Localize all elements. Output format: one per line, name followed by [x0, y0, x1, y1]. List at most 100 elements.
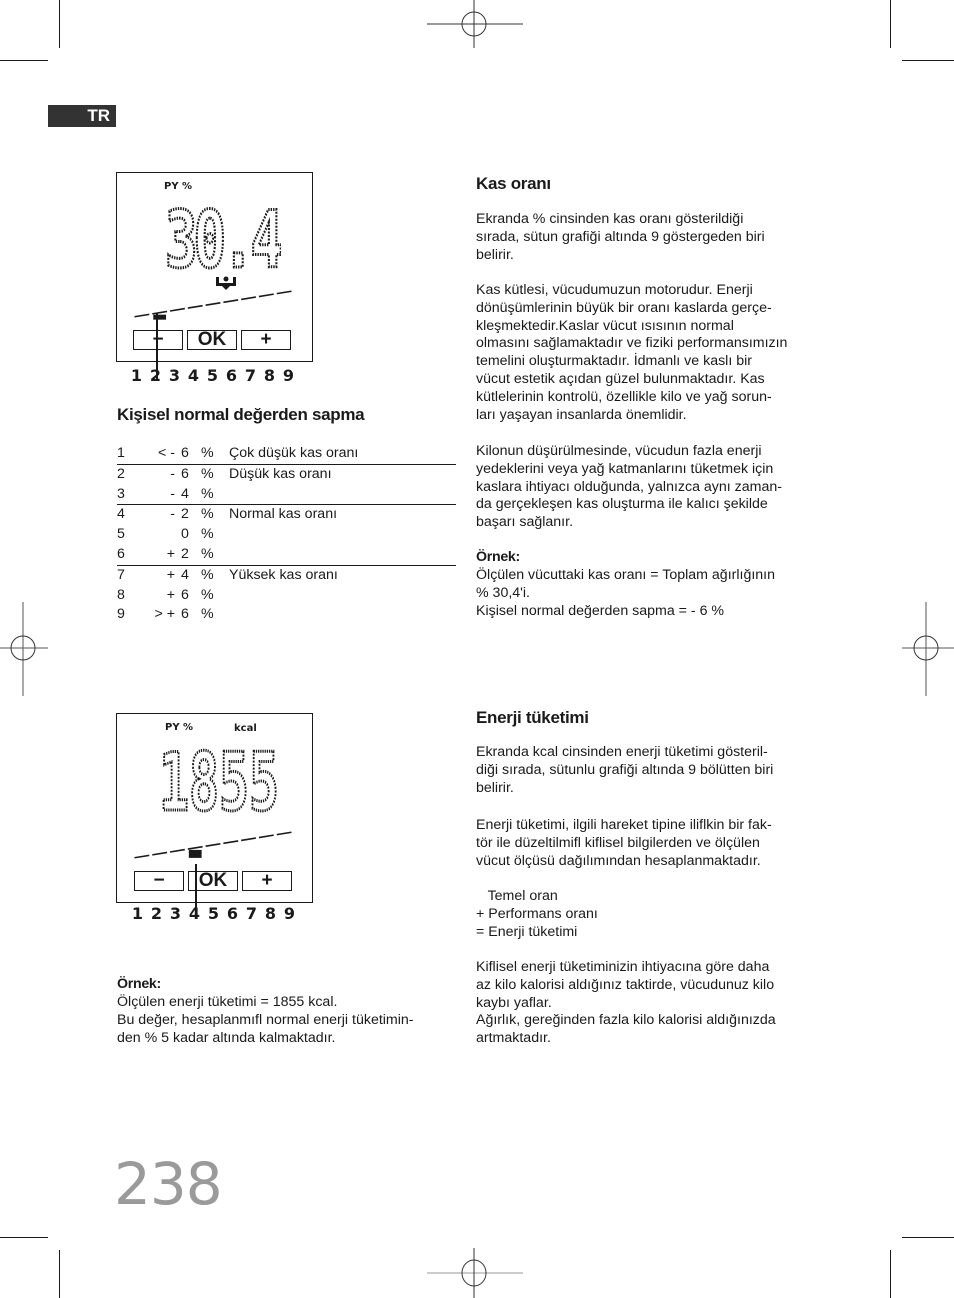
lcd-mode-label: PY % — [165, 722, 194, 733]
muscle-section-title: Kas oranı — [476, 174, 551, 193]
scale-number: 4 — [187, 366, 200, 385]
deviation-value: 6 — [181, 445, 189, 461]
scale-number: 5 — [207, 904, 220, 923]
muscle-paragraph-3: Kilonun düşürülmesinde, vücudun fazla en… — [476, 443, 782, 531]
scale-number: 9 — [282, 366, 295, 385]
segment-7 — [241, 837, 257, 842]
row-description — [229, 545, 456, 565]
segment-9 — [276, 290, 292, 295]
energy-example-heading: Örnek: — [117, 976, 161, 992]
row-number: 7 — [117, 564, 147, 586]
segment-bar — [134, 831, 292, 859]
lcd-mode-label: PY % — [164, 181, 193, 192]
row-number: 3 — [117, 485, 125, 502]
muscle-icon — [216, 276, 236, 290]
scale-number: 2 — [150, 904, 163, 923]
row-description — [229, 485, 456, 505]
deviation-unit: % — [201, 485, 214, 502]
deviation-value: 6 — [181, 463, 197, 485]
language-badge: TR — [48, 105, 116, 127]
row-number: 6 — [117, 545, 125, 562]
energy-lcd-display: PY % kcal 1855 − OK + — [116, 713, 313, 903]
muscle-lcd-display: PY % 30.4 − OK + — [116, 172, 313, 362]
crop-mark — [59, 0, 60, 48]
segment-indicator — [188, 849, 202, 858]
registration-mark-left — [0, 602, 48, 696]
scale-number: 6 — [226, 904, 239, 923]
deviation-unit: % — [201, 586, 214, 603]
deviation-unit: % — [197, 463, 229, 485]
scale-number: 1 — [130, 366, 143, 385]
row-description: Düşük kas oranı — [229, 463, 456, 485]
minus-button[interactable]: − — [133, 330, 183, 350]
segment-1 — [134, 854, 150, 859]
table-row: 1 < - 6% Çok düşük kas oranı — [117, 444, 456, 464]
registration-mark-right — [902, 602, 954, 696]
deviation-sign: - — [147, 463, 181, 485]
scale-number: 8 — [263, 366, 276, 385]
lcd-unit-label: kcal — [234, 723, 257, 734]
crop-mark — [890, 1250, 891, 1298]
lcd-value-digits: 1855 — [158, 738, 281, 814]
table-row: 3 -4% — [117, 485, 456, 505]
deviation-value: 6 — [181, 586, 189, 603]
table-row: 7 +4% Yüksek kas oranı — [117, 564, 456, 586]
segment-4 — [187, 845, 203, 850]
muscle-example-text: Ölçülen vücuttaki kas oranı = Toplam ağı… — [476, 567, 776, 619]
scale-number: 4 — [188, 904, 201, 923]
scale-number: 5 — [206, 366, 219, 385]
page-number: 238 — [114, 1150, 223, 1218]
scale-number: 1 — [131, 904, 144, 923]
plus-button[interactable]: + — [242, 871, 292, 891]
energy-formula: Temel oran + Performans oranı = Enerji tük… — [476, 888, 598, 941]
lcd-value-digits: 30.4 — [164, 199, 282, 271]
row-number: 9 — [117, 606, 125, 623]
scale-number: 7 — [244, 366, 257, 385]
segment-8 — [258, 293, 274, 298]
table-row: 9 > + 6% — [117, 605, 456, 625]
deviation-table: 1 < -6% Çok düşük kas oranı 2-6% Düşük kas o… — [117, 444, 456, 625]
row-number: 8 — [117, 586, 125, 603]
table-row: 5 0% — [117, 525, 456, 545]
energy-example-text: Ölçülen enerji tüketimi = 1855 kcal. Bu … — [117, 994, 414, 1046]
scale-number: 9 — [283, 904, 296, 923]
row-description: Çok düşük kas oranı — [229, 445, 359, 461]
segment-scale: 123456789 — [127, 366, 298, 385]
deviation-value: 2 — [181, 545, 189, 562]
crop-mark — [0, 1237, 48, 1238]
crop-mark — [902, 60, 954, 61]
row-description — [229, 586, 456, 606]
plus-button[interactable]: + — [241, 330, 291, 350]
segment-3 — [169, 307, 185, 312]
segment-5 — [205, 302, 221, 306]
deviation-sign: - — [147, 504, 181, 526]
energy-paragraph-3: Kiflisel enerji tüketiminizin ihtiyacına… — [476, 959, 776, 1047]
lcd-value-text: 30.4 — [165, 199, 281, 271]
segment-2 — [152, 310, 168, 315]
deviation-unit: % — [201, 445, 214, 461]
crop-mark — [59, 1250, 60, 1298]
table-row: 4-2% Normal kas oranı — [117, 504, 456, 526]
deviation-sign: - — [170, 485, 175, 502]
registration-mark-bottom — [427, 1248, 523, 1298]
segment-6 — [223, 299, 239, 304]
deviation-value: 6 — [181, 606, 189, 623]
lcd-value-text: 1855 — [159, 738, 279, 814]
ok-button[interactable]: OK — [187, 330, 237, 350]
crop-mark — [0, 60, 48, 61]
minus-button[interactable]: − — [134, 871, 184, 891]
segment-scale: 123456789 — [128, 904, 299, 923]
crop-mark — [902, 1237, 954, 1238]
table-row: 6 +2% — [117, 545, 456, 565]
segment-6 — [223, 840, 239, 845]
segment-7 — [241, 296, 257, 301]
segment-3 — [169, 848, 185, 853]
deviation-sign: + — [166, 586, 175, 603]
energy-paragraph-2: Enerji tüketimi, ilgili hareket tipine i… — [476, 817, 772, 869]
row-description — [229, 605, 456, 625]
deviation-sign: + — [147, 564, 181, 586]
deviation-unit: % — [197, 564, 229, 586]
deviation-sign — [147, 525, 181, 545]
scale-number: 3 — [169, 904, 182, 923]
deviation-unit: % — [197, 504, 229, 526]
